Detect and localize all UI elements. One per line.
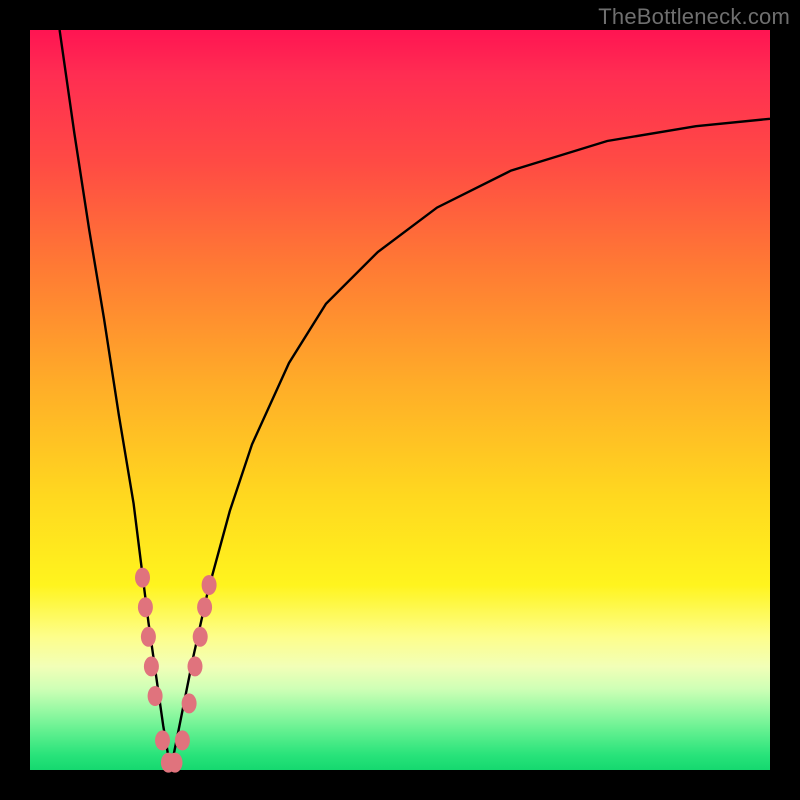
marker-point xyxy=(182,693,197,713)
marker-point xyxy=(135,568,150,588)
marker-point xyxy=(193,627,208,647)
curve-layer xyxy=(30,30,770,770)
marker-point xyxy=(197,597,212,617)
marker-point xyxy=(155,730,170,750)
marker-point xyxy=(141,627,156,647)
marker-point xyxy=(188,656,203,676)
marker-cluster xyxy=(135,568,217,773)
marker-point xyxy=(144,656,159,676)
watermark-text: TheBottleneck.com xyxy=(598,4,790,30)
marker-point xyxy=(168,753,183,773)
marker-point xyxy=(148,686,163,706)
right-branch-curve xyxy=(171,119,770,770)
marker-point xyxy=(175,730,190,750)
chart-frame: TheBottleneck.com xyxy=(0,0,800,800)
plot-area xyxy=(30,30,770,770)
marker-point xyxy=(202,575,217,595)
marker-point xyxy=(138,597,153,617)
